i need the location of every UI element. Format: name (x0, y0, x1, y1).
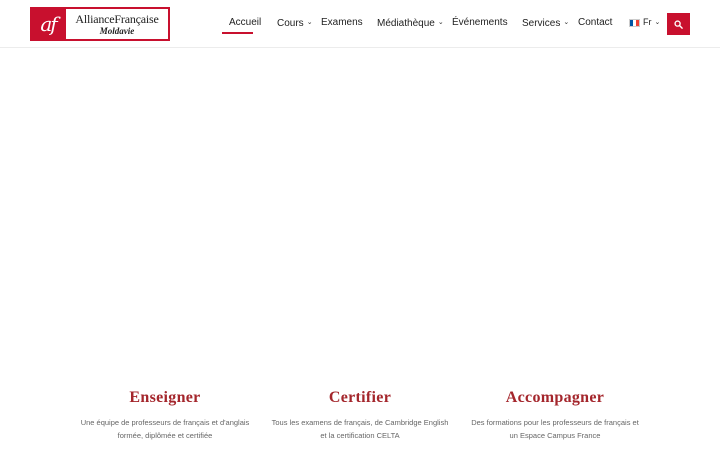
feature-title[interactable]: Accompagner (460, 388, 650, 408)
nav-item-label: Médiathèque (377, 18, 435, 29)
nav-item-contact[interactable]: Contact (578, 16, 612, 29)
feature-title[interactable]: Certifier (265, 388, 455, 408)
feature-description: Tous les examens de français, de Cambrid… (265, 416, 455, 442)
site-header: af AllianceFrançaise Moldavie Accueil Co… (0, 0, 720, 48)
nav-active-indicator (222, 32, 253, 34)
nav-item-services[interactable]: Services ⌄ (522, 16, 569, 30)
nav-item-label: Accueil (229, 17, 262, 28)
nav-item-accueil[interactable]: Accueil (229, 16, 261, 29)
chevron-down-icon: ⌄ (306, 19, 313, 26)
nav-item-examens[interactable]: Examens (321, 16, 363, 29)
feature-title[interactable]: Enseigner (70, 388, 260, 408)
nav-item-label: Services (522, 18, 561, 29)
nav-item-cours[interactable]: Cours ⌄ (277, 16, 313, 30)
feature-desc-line: Tous les examens de français, de Cambrid… (271, 418, 449, 427)
language-label: Fr (643, 17, 652, 27)
page: af AllianceFrançaise Moldavie Accueil Co… (0, 0, 720, 450)
feature-description: Des formations pour les professeurs de f… (460, 416, 650, 442)
search-icon (674, 19, 683, 29)
nav-item-label: Cours (277, 18, 304, 29)
feature-desc-line: formée, diplômée et certifiée (117, 431, 213, 440)
feature-desc-line: un Espace Campus France (509, 431, 601, 440)
hero-area (0, 48, 720, 368)
site-logo[interactable]: af AllianceFrançaise Moldavie (30, 7, 170, 41)
language-selector[interactable]: Fr ⌄ (629, 16, 660, 29)
feature-certifier: Certifier Tous les examens de français, … (265, 388, 455, 442)
logo-mark: af (32, 9, 64, 39)
nav-item-evenements[interactable]: Événements (452, 16, 508, 29)
chevron-down-icon: ⌄ (654, 19, 661, 26)
nav-item-label: Examens (321, 17, 363, 28)
feature-description: Une équipe de professeurs de français et… (70, 416, 260, 442)
nav-item-label: Contact (578, 17, 613, 28)
feature-desc-line: Des formations pour les professeurs de f… (471, 418, 639, 427)
feature-accompagner: Accompagner Des formations pour les prof… (460, 388, 650, 442)
logo-title: AllianceFrançaise (75, 11, 159, 26)
logo-subtitle: Moldavie (99, 25, 135, 36)
search-button[interactable] (667, 13, 690, 35)
nav-item-label: Événements (452, 17, 508, 28)
logo-text: AllianceFrançaise Moldavie (64, 9, 168, 39)
chevron-down-icon: ⌄ (563, 19, 570, 26)
flag-france-icon (629, 18, 640, 27)
feature-desc-line: Une équipe de professeurs de français et… (80, 418, 250, 427)
feature-desc-line: et la certification CELTA (320, 431, 400, 440)
nav-item-mediatheque[interactable]: Médiathèque ⌄ (377, 16, 444, 30)
feature-enseigner: Enseigner Une équipe de professeurs de f… (70, 388, 260, 442)
chevron-down-icon: ⌄ (437, 19, 444, 26)
